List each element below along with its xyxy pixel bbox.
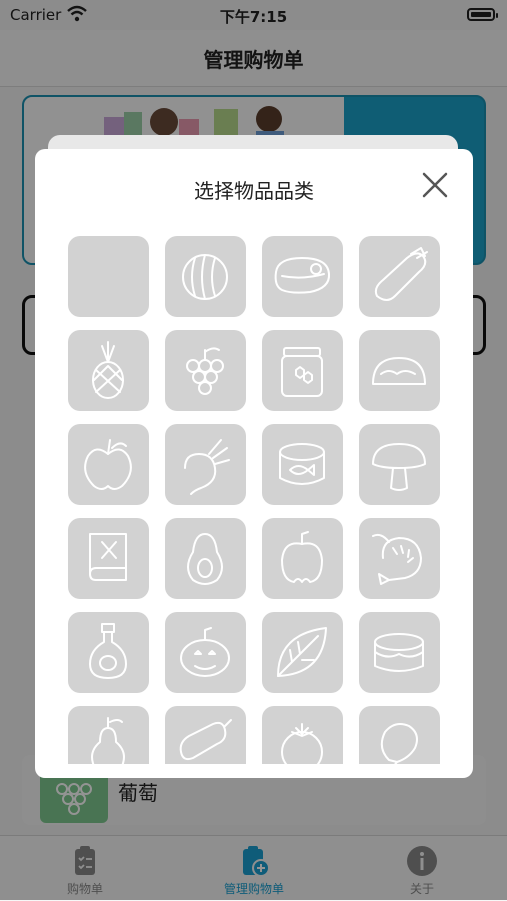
eggplant-icon	[374, 247, 428, 301]
category-tile[interactable]	[68, 518, 149, 599]
category-tile[interactable]	[68, 236, 149, 317]
category-tile[interactable]	[359, 612, 440, 693]
dialog-title: 选择物品品类	[194, 179, 314, 203]
category-tile[interactable]	[262, 706, 343, 764]
watermelon-icon	[182, 254, 228, 300]
shrimp-icon	[372, 533, 422, 585]
steak-icon	[274, 257, 331, 294]
category-tile[interactable]	[262, 518, 343, 599]
apple-icon	[84, 439, 132, 490]
category-tile[interactable]	[262, 236, 343, 317]
pineapple-icon	[92, 341, 124, 399]
category-tile[interactable]	[165, 706, 246, 764]
sausage-icon	[179, 719, 232, 761]
category-tile[interactable]	[68, 424, 149, 505]
cake-icon	[374, 633, 424, 672]
blank-icon	[68, 236, 149, 317]
pear-icon	[91, 717, 125, 764]
category-tile[interactable]	[165, 330, 246, 411]
category-tile[interactable]	[359, 424, 440, 505]
category-tile[interactable]	[68, 330, 149, 411]
category-tile[interactable]	[359, 518, 440, 599]
avocado-icon	[187, 533, 223, 585]
category-picker-dialog: 选择物品品类	[35, 149, 473, 778]
category-tile[interactable]	[165, 612, 246, 693]
canned-fish-icon	[279, 443, 325, 485]
category-tile[interactable]	[262, 330, 343, 411]
category-tile[interactable]	[68, 706, 149, 764]
oil-bottle-icon	[89, 623, 127, 679]
close-icon[interactable]	[419, 169, 451, 201]
mushroom-icon	[372, 443, 426, 491]
drumstick-icon	[380, 723, 418, 764]
category-tile[interactable]	[262, 424, 343, 505]
cookbook-icon	[89, 533, 127, 581]
honey-jar-icon	[281, 347, 323, 397]
category-tile[interactable]	[359, 706, 440, 764]
category-grid	[68, 236, 448, 764]
taco-icon	[372, 357, 426, 385]
bell-pepper-icon	[281, 531, 323, 583]
category-tile[interactable]	[359, 330, 440, 411]
category-tile[interactable]	[165, 518, 246, 599]
category-tile[interactable]	[262, 612, 343, 693]
pumpkin-icon	[180, 627, 230, 677]
beet-icon	[184, 439, 230, 495]
category-tile[interactable]	[359, 236, 440, 317]
tomato-icon	[281, 723, 323, 764]
category-tile[interactable]	[165, 424, 246, 505]
category-tile[interactable]	[165, 236, 246, 317]
grapes-icon	[186, 347, 224, 395]
leaf-icon	[277, 627, 327, 677]
category-tile[interactable]	[68, 612, 149, 693]
